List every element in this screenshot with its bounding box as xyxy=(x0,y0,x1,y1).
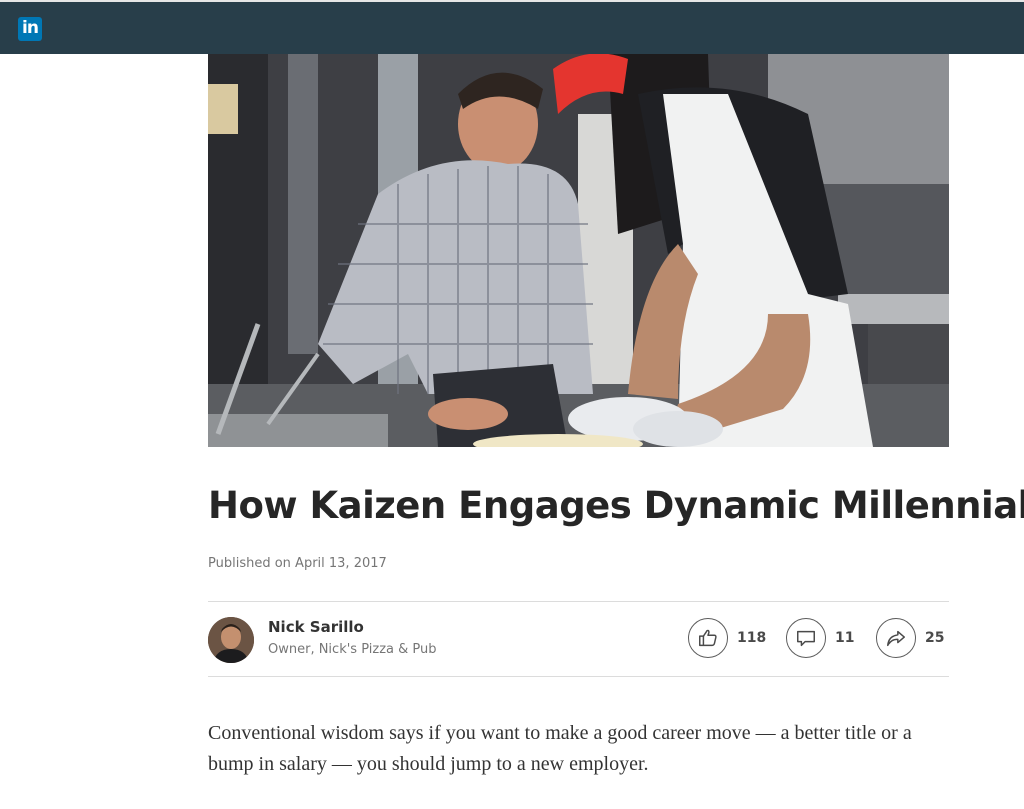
thumbs-up-icon[interactable] xyxy=(688,618,728,658)
comment-icon[interactable] xyxy=(786,618,826,658)
share-icon[interactable] xyxy=(876,618,916,658)
divider xyxy=(208,676,949,677)
like-count: 118 xyxy=(737,630,767,646)
article-hero-image xyxy=(208,54,949,447)
share-button[interactable]: 25 xyxy=(876,618,944,658)
author-avatar[interactable] xyxy=(208,617,254,663)
like-button[interactable]: 118 xyxy=(688,618,766,658)
author-headline: Owner, Nick's Pizza & Pub xyxy=(268,642,437,657)
article-title: How Kaizen Engages Dynamic Millennials xyxy=(208,484,1024,527)
author-name[interactable]: Nick Sarillo xyxy=(268,618,364,636)
linkedin-logo[interactable]: in xyxy=(18,17,42,41)
comment-count: 11 xyxy=(835,630,855,646)
comment-button[interactable]: 11 xyxy=(786,618,854,658)
share-count: 25 xyxy=(925,630,945,646)
publish-date: Published on April 13, 2017 xyxy=(208,556,387,571)
article-body-paragraph: Conventional wisdom says if you want to … xyxy=(208,722,912,775)
top-navigation-bar: in xyxy=(0,0,1024,54)
divider xyxy=(208,601,949,602)
